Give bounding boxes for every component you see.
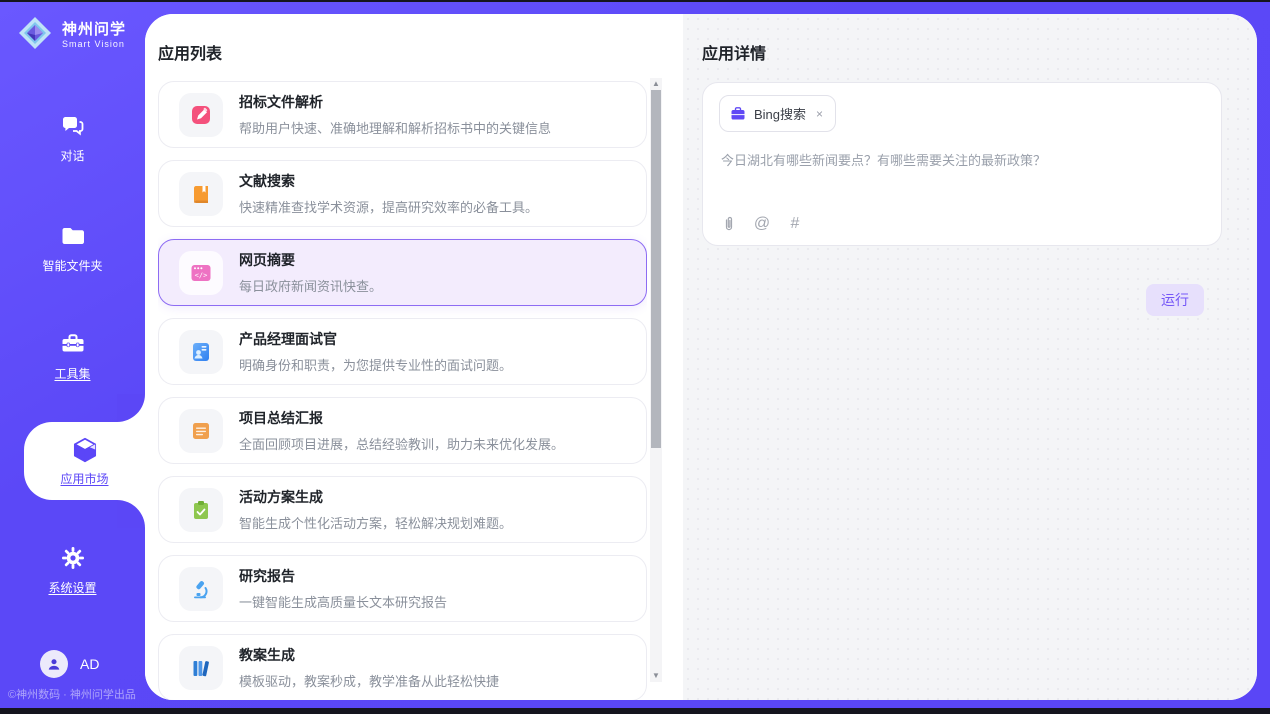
app-list-pane: 应用列表 招标文件解析 帮助用户快速、准确地理解和解析招标书中的关键信息 bbox=[145, 14, 683, 700]
plan-clipboard-icon bbox=[179, 488, 223, 532]
sidebar-item-label: 工具集 bbox=[54, 365, 90, 382]
app-card-desc: 帮助用户快速、准确地理解和解析招标书中的关键信息 bbox=[239, 118, 551, 137]
folder-icon bbox=[59, 222, 87, 250]
avatar bbox=[40, 650, 68, 678]
sidebar-item-label: 智能文件夹 bbox=[42, 257, 102, 274]
app-card-lesson-plan[interactable]: 教案生成 模板驱动，教案秒成，教学准备从此轻松快捷 bbox=[158, 634, 647, 700]
close-icon[interactable]: × bbox=[814, 107, 825, 121]
briefcase-icon bbox=[730, 106, 746, 122]
app-card-desc: 智能生成个性化活动方案，轻松解决规划难题。 bbox=[239, 513, 512, 532]
app-card-title: 教案生成 bbox=[239, 645, 499, 665]
brand-name: 神州问学 bbox=[62, 18, 126, 39]
app-detail-pane: 应用详情 Bing搜索 × 今日湖北有哪些新闻要点？有哪些需要关注的最新政策？ bbox=[683, 14, 1257, 700]
app-card-research-report[interactable]: 研究报告 一键智能生成高质量长文本研究报告 bbox=[158, 555, 647, 622]
user-name: AD bbox=[80, 656, 99, 672]
toolbox-icon bbox=[59, 330, 87, 358]
gear-icon bbox=[59, 544, 87, 572]
scroll-down-arrow-icon[interactable]: ▼ bbox=[650, 670, 662, 682]
app-card-desc: 快速精准查找学术资源，提高研究效率的必备工具。 bbox=[239, 197, 538, 216]
books-icon bbox=[179, 646, 223, 690]
app-card-tender-doc[interactable]: 招标文件解析 帮助用户快速、准确地理解和解析招标书中的关键信息 bbox=[158, 81, 647, 148]
app-card-web-summary-selected[interactable]: </> 网页摘要 每日政府新闻资讯快查。 bbox=[158, 239, 647, 306]
app-card-list: 招标文件解析 帮助用户快速、准确地理解和解析招标书中的关键信息 文献搜索 快速精… bbox=[158, 81, 647, 700]
app-card-project-summary[interactable]: 项目总结汇报 全面回顾项目进展，总结经验教训，助力未来优化发展。 bbox=[158, 397, 647, 464]
interviewer-icon bbox=[179, 330, 223, 374]
scrollbar-thumb[interactable] bbox=[651, 90, 661, 448]
sidebar-item-label: 应用市场 bbox=[60, 470, 108, 487]
app-card-title: 研究报告 bbox=[239, 566, 447, 586]
cube-icon bbox=[70, 435, 100, 465]
app-card-title: 产品经理面试官 bbox=[239, 329, 512, 349]
bottom-border bbox=[0, 708, 1270, 714]
sidebar: 神州问学 Smart Vision 对话 智能文件夹 bbox=[0, 2, 145, 708]
sidebar-item-smart-folder[interactable]: 智能文件夹 bbox=[0, 222, 145, 274]
scroll-up-arrow-icon[interactable]: ▲ bbox=[650, 78, 662, 90]
list-scrollbar[interactable]: ▲ ▼ bbox=[650, 78, 662, 682]
sidebar-item-settings[interactable]: 系统设置 bbox=[0, 544, 145, 596]
app-card-desc: 全面回顾项目进展，总结经验教训，助力未来优化发展。 bbox=[239, 434, 564, 453]
sidebar-item-chat[interactable]: 对话 bbox=[0, 112, 145, 164]
person-icon bbox=[45, 655, 63, 673]
tender-doc-icon bbox=[179, 93, 223, 137]
user-profile[interactable]: AD bbox=[40, 650, 99, 678]
active-tab-curve-top bbox=[117, 394, 145, 422]
copyright-footer: ©神州数码 · 神州问学出品 bbox=[8, 686, 136, 702]
app-card-title: 项目总结汇报 bbox=[239, 408, 564, 428]
webpage-icon: </> bbox=[179, 251, 223, 295]
bing-search-tag[interactable]: Bing搜索 × bbox=[719, 95, 836, 132]
app-card-desc: 明确身份和职责，为您提供专业性的面试问题。 bbox=[239, 355, 512, 374]
sidebar-item-app-market-active[interactable]: 应用市场 bbox=[24, 422, 145, 500]
app-window: 神州问学 Smart Vision 对话 智能文件夹 bbox=[0, 0, 1270, 714]
app-card-desc: 模板驱动，教案秒成，教学准备从此轻松快捷 bbox=[239, 671, 499, 690]
run-button[interactable]: 运行 bbox=[1146, 284, 1204, 316]
app-list-title: 应用列表 bbox=[158, 40, 222, 64]
brand-logo: 神州问学 Smart Vision bbox=[16, 14, 126, 52]
svg-text:</>: </> bbox=[195, 271, 208, 279]
sidebar-item-label: 系统设置 bbox=[48, 579, 96, 596]
sidebar-item-toolset[interactable]: 工具集 bbox=[0, 330, 145, 382]
app-card-title: 招标文件解析 bbox=[239, 92, 551, 112]
brand-subtitle: Smart Vision bbox=[62, 39, 126, 49]
app-card-activity-plan[interactable]: 活动方案生成 智能生成个性化活动方案，轻松解决规划难题。 bbox=[158, 476, 647, 543]
active-tab-curve-bottom bbox=[117, 500, 145, 528]
microscope-icon bbox=[179, 567, 223, 611]
app-card-title: 网页摘要 bbox=[239, 250, 382, 270]
app-card-literature-search[interactable]: 文献搜索 快速精准查找学术资源，提高研究效率的必备工具。 bbox=[158, 160, 647, 227]
app-card-desc: 每日政府新闻资讯快查。 bbox=[239, 276, 382, 295]
app-card-title: 活动方案生成 bbox=[239, 487, 512, 507]
input-toolbar: @ # bbox=[720, 215, 804, 233]
top-border bbox=[0, 0, 1270, 2]
at-icon[interactable]: @ bbox=[753, 215, 771, 233]
app-detail-title: 应用详情 bbox=[702, 40, 766, 64]
project-note-icon bbox=[179, 409, 223, 453]
tag-label: Bing搜索 bbox=[754, 104, 806, 123]
chat-icon bbox=[59, 112, 87, 140]
app-card-title: 文献搜索 bbox=[239, 171, 538, 191]
query-text[interactable]: 今日湖北有哪些新闻要点？有哪些需要关注的最新政策？ bbox=[721, 151, 1203, 171]
sidebar-item-label: 对话 bbox=[60, 147, 84, 164]
app-card-pm-interviewer[interactable]: 产品经理面试官 明确身份和职责，为您提供专业性的面试问题。 bbox=[158, 318, 647, 385]
hash-icon[interactable]: # bbox=[786, 215, 804, 233]
query-input-card[interactable]: Bing搜索 × 今日湖北有哪些新闻要点？有哪些需要关注的最新政策？ @ # bbox=[702, 82, 1222, 246]
app-card-desc: 一键智能生成高质量长文本研究报告 bbox=[239, 592, 447, 611]
book-icon bbox=[179, 172, 223, 216]
gem-logo-icon bbox=[16, 14, 54, 52]
paperclip-icon[interactable] bbox=[720, 215, 738, 233]
content-panel: 应用列表 招标文件解析 帮助用户快速、准确地理解和解析招标书中的关键信息 bbox=[145, 14, 1257, 700]
